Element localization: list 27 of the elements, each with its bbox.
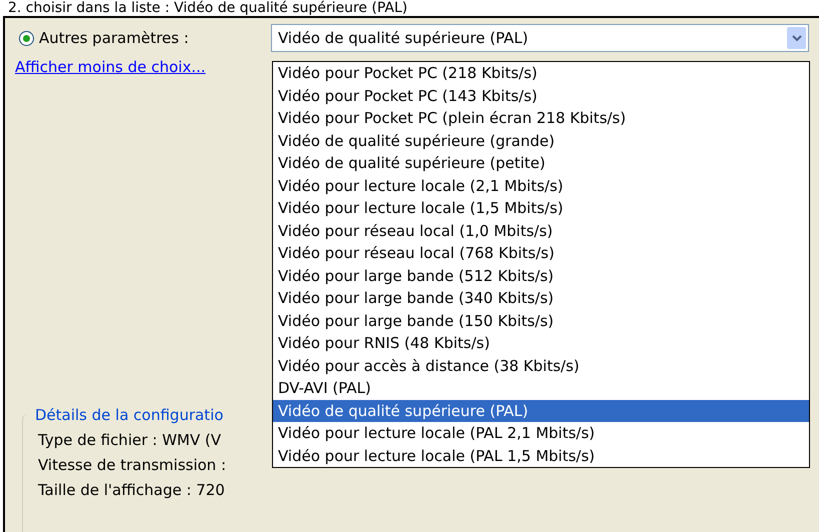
dropdown-option[interactable]: Vidéo de qualité supérieure (PAL) xyxy=(273,400,809,422)
dropdown-option[interactable]: Vidéo de qualité supérieure (petite) xyxy=(273,152,809,174)
dropdown-option[interactable]: Vidéo pour large bande (150 Kbits/s) xyxy=(273,310,809,332)
instruction-heading: 2. choisir dans la liste : Vidéo de qualité supérieure (PAL) xyxy=(7,0,408,16)
radio-button[interactable] xyxy=(19,30,34,46)
dropdown-option[interactable]: Vidéo pour accès à distance (38 Kbits/s) xyxy=(273,354,809,377)
group-title: Détails de la configuratio xyxy=(34,406,224,424)
dropdown-option[interactable]: Vidéo pour Pocket PC (plein écran 218 Kbits/s) xyxy=(273,107,809,130)
profile-dropdown[interactable]: Vidéo de qualité supérieure (PAL) xyxy=(271,24,809,52)
radio-label: Autres paramètres : xyxy=(39,29,189,47)
dropdown-option[interactable]: DV-AVI (PAL) xyxy=(273,377,809,400)
dropdown-option[interactable]: Vidéo de qualité supérieure (grande) xyxy=(273,130,809,152)
detail-text: Taille de l'affichage : 720 xyxy=(37,480,225,498)
dropdown-option[interactable]: Vidéo pour large bande (512 Kbits/s) xyxy=(273,264,809,287)
dropdown-option[interactable]: Vidéo pour Pocket PC (143 Kbits/s) xyxy=(273,84,809,107)
detail-text: Type de fichier : WMV (V xyxy=(37,430,222,448)
dropdown-option[interactable]: Vidéo pour lecture locale (PAL 1,5 Mbits/s) xyxy=(273,444,809,467)
dropdown-option[interactable]: Vidéo pour large bande (340 Kbits/s) xyxy=(273,287,809,310)
dropdown-option[interactable]: Vidéo pour RNIS (48 Kbits/s) xyxy=(273,332,809,354)
dropdown-option[interactable]: Vidéo pour lecture locale (1,5 Mbits/s) xyxy=(273,197,809,220)
dropdown-option[interactable]: Vidéo pour lecture locale (PAL 2,1 Mbits/s) xyxy=(273,422,809,444)
show-fewer-link[interactable]: Afficher moins de choix... xyxy=(15,58,206,76)
dropdown-option[interactable]: Vidéo pour réseau local (1,0 Mbits/s) xyxy=(273,220,809,242)
detail-text: Vitesse de transmission : xyxy=(37,456,226,474)
dropdown-option[interactable]: Vidéo pour réseau local (768 Kbits/s) xyxy=(273,242,809,264)
dropdown-option[interactable]: Vidéo pour lecture locale (2,1 Mbits/s) xyxy=(273,174,809,197)
dropdown-option[interactable]: Vidéo pour Pocket PC (218 Kbits/s) xyxy=(273,62,809,84)
